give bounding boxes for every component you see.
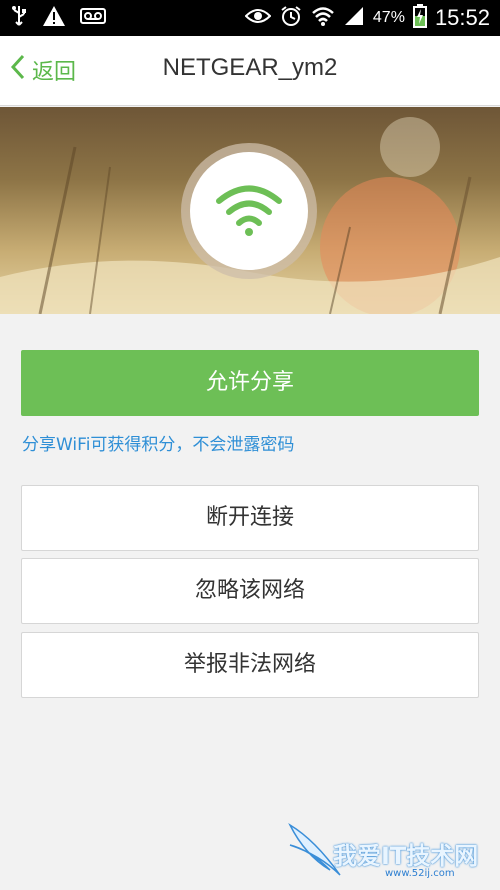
battery-percent: 47%: [372, 9, 405, 26]
wifi-status-badge: [190, 152, 308, 270]
battery-charging-icon: [412, 4, 427, 32]
watermark: 我爱IT技术网 www.52ij.com: [285, 820, 495, 890]
disconnect-button[interactable]: 断开连接: [21, 485, 479, 551]
status-bar: 47% 15:52: [0, 0, 500, 36]
wifi-signal-icon: [311, 5, 335, 31]
cell-signal-icon: [343, 5, 365, 31]
status-left: [10, 5, 106, 31]
eye-icon: [244, 7, 272, 29]
watermark-url: www.52ij.com: [385, 868, 455, 879]
ignore-network-button[interactable]: 忽略该网络: [21, 558, 479, 624]
status-right: 47% 15:52: [244, 4, 490, 32]
alarm-icon: [279, 5, 303, 31]
clock: 15:52: [434, 5, 490, 30]
usb-icon: [10, 5, 28, 31]
app-header: 返回 NETGEAR_ym2: [0, 36, 500, 106]
page-title: NETGEAR_ym2: [162, 54, 338, 81]
wifi-icon: [214, 181, 284, 241]
voicemail-icon: [80, 7, 106, 29]
warning-icon: [42, 5, 66, 31]
share-hint: 分享WiFi可获得积分，不会泄露密码: [22, 435, 295, 455]
allow-share-button[interactable]: 允许分享: [21, 350, 479, 416]
report-network-button[interactable]: 举报非法网络: [21, 632, 479, 698]
watermark-text: 我爱IT技术网: [333, 842, 479, 870]
